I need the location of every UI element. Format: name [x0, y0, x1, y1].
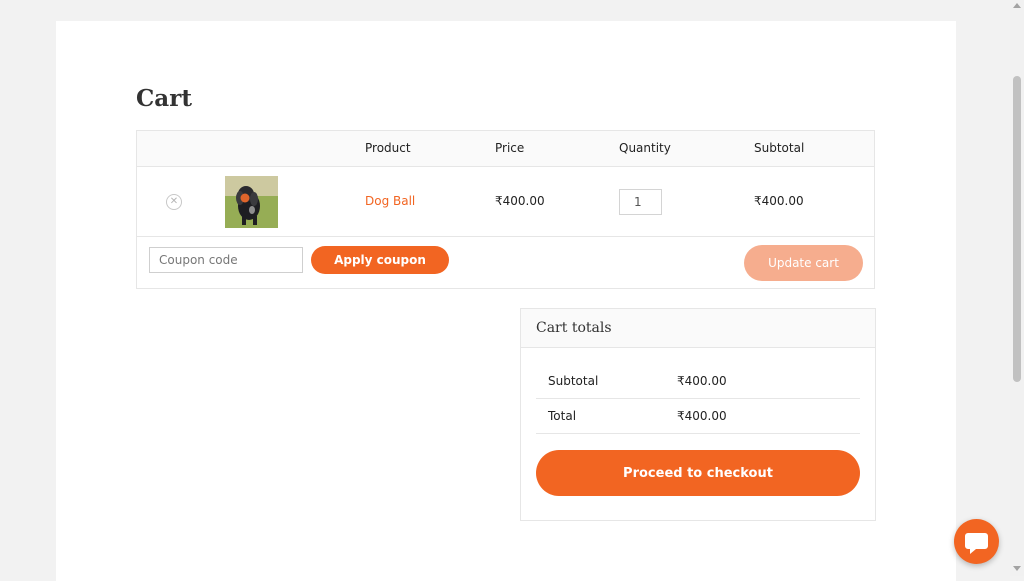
totals-subtotal-value: ₹400.00 — [677, 374, 727, 388]
item-subtotal: ₹400.00 — [754, 194, 804, 208]
quantity-input[interactable] — [619, 189, 662, 215]
chat-widget-button[interactable] — [954, 519, 999, 564]
coupon-code-input[interactable] — [149, 247, 303, 273]
totals-total-value: ₹400.00 — [677, 409, 727, 423]
item-price: ₹400.00 — [495, 194, 545, 208]
product-name-link[interactable]: Dog Ball — [365, 194, 415, 208]
header-product: Product — [365, 141, 411, 155]
page-title: Cart — [136, 85, 192, 112]
cart-table: Product Price Quantity Subtotal ✕ Dog Ba… — [136, 130, 875, 289]
cart-table-header: Product Price Quantity Subtotal — [137, 131, 874, 167]
scrollbar-thumb[interactable] — [1013, 76, 1021, 382]
remove-item-button[interactable]: ✕ — [166, 194, 182, 210]
page-content: Cart Product Price Quantity Subtotal ✕ D… — [56, 21, 956, 581]
close-icon: ✕ — [169, 196, 179, 207]
header-price: Price — [495, 141, 525, 155]
cart-item-row: ✕ Dog Ball ₹400.00 ₹400.00 — [137, 167, 874, 237]
totals-subtotal-row: Subtotal ₹400.00 — [536, 364, 860, 399]
cart-totals-panel: Cart totals Subtotal ₹400.00 Total ₹400.… — [520, 308, 876, 521]
dog-with-ball-photo — [225, 176, 278, 228]
proceed-to-checkout-button[interactable]: Proceed to checkout — [536, 450, 860, 496]
cart-totals-title: Cart totals — [536, 320, 612, 336]
scroll-up-arrow-icon[interactable] — [1013, 3, 1021, 8]
apply-coupon-button[interactable]: Apply coupon — [311, 246, 449, 274]
totals-subtotal-label: Subtotal — [548, 374, 599, 388]
product-thumbnail[interactable] — [225, 176, 278, 228]
scroll-down-arrow-icon[interactable] — [1013, 566, 1021, 571]
header-subtotal: Subtotal — [754, 141, 805, 155]
totals-total-row: Total ₹400.00 — [536, 399, 860, 434]
chat-bubble-icon — [965, 533, 988, 554]
header-quantity: Quantity — [619, 141, 671, 155]
vertical-scrollbar[interactable] — [1010, 0, 1024, 576]
cart-totals-header: Cart totals — [521, 309, 875, 348]
update-cart-button[interactable]: Update cart — [744, 245, 863, 281]
totals-total-label: Total — [548, 409, 577, 423]
